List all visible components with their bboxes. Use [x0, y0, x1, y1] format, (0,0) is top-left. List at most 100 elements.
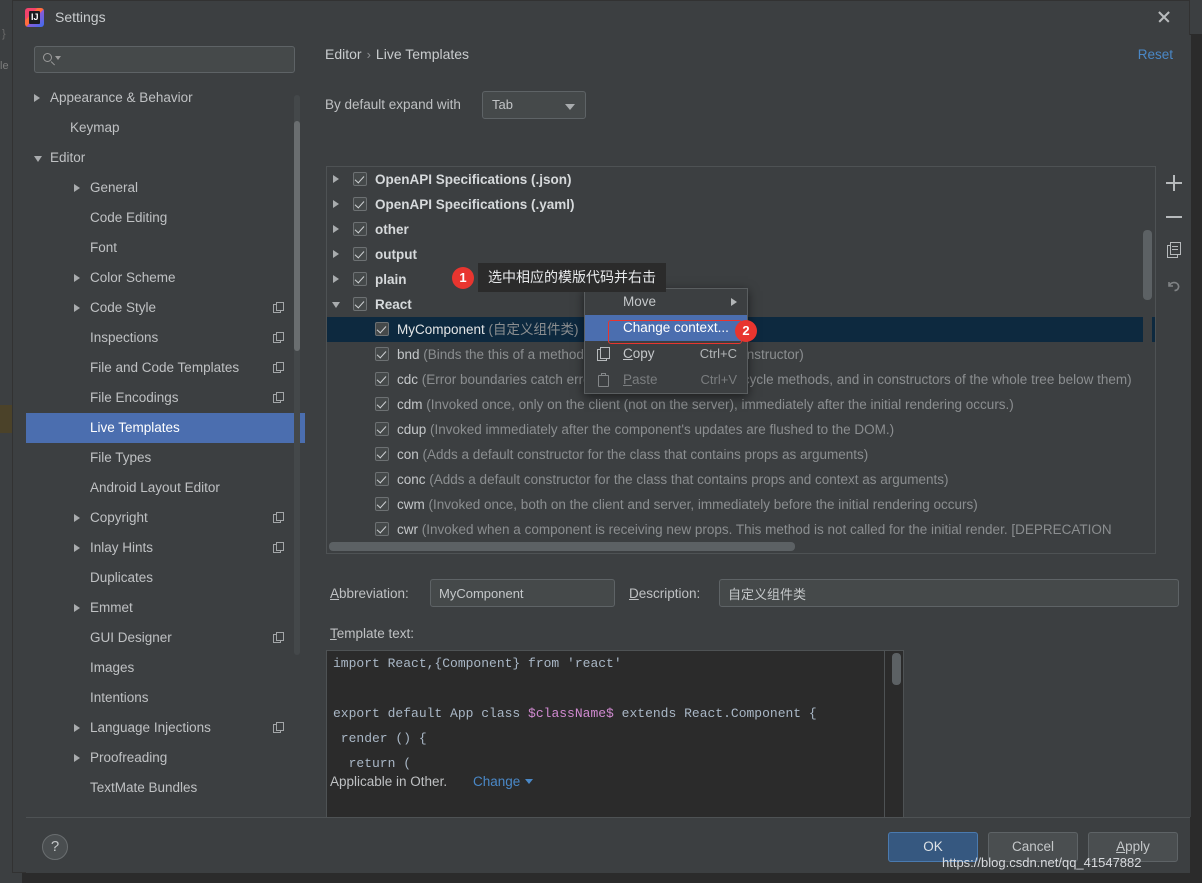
context-menu-item-change-context[interactable]: Change context... — [585, 315, 747, 341]
template-item-row[interactable]: cwr (Invoked when a component is receivi… — [327, 517, 1155, 542]
context-menu-item-label: Move — [623, 294, 657, 309]
chevron-right-icon[interactable] — [333, 200, 339, 208]
list-vscrollbar-thumb[interactable] — [1143, 230, 1152, 300]
template-group-row[interactable]: other — [327, 217, 1155, 242]
sidebar-item-duplicates[interactable]: Duplicates — [26, 563, 305, 593]
sidebar-item-emmet[interactable]: Emmet — [26, 593, 305, 623]
template-checkbox[interactable] — [375, 497, 389, 511]
template-item-row[interactable]: cdm (Invoked once, only on the client (n… — [327, 392, 1155, 417]
sidebar-item-code-style[interactable]: Code Style — [26, 293, 305, 323]
template-checkbox[interactable] — [353, 297, 367, 311]
change-context-link[interactable]: Change — [473, 774, 534, 789]
sidebar-item-language-injections[interactable]: Language Injections — [26, 713, 305, 743]
chevron-right-icon[interactable] — [74, 514, 80, 522]
context-menu-item-copy[interactable]: Copy Ctrl+C — [585, 341, 747, 367]
template-checkbox[interactable] — [353, 247, 367, 261]
remove-icon[interactable] — [1157, 200, 1191, 234]
template-checkbox[interactable] — [375, 422, 389, 436]
chevron-down-icon[interactable] — [34, 156, 42, 162]
sidebar-item-inspections[interactable]: Inspections — [26, 323, 305, 353]
description-label-rest: escription: — [638, 586, 701, 601]
breadcrumb-root[interactable]: Editor — [325, 46, 362, 62]
sidebar-item-label: Android Layout Editor — [90, 480, 220, 495]
chevron-right-icon[interactable] — [74, 304, 80, 312]
sidebar-item-file-and-code-templates[interactable]: File and Code Templates — [26, 353, 305, 383]
chevron-right-icon[interactable] — [74, 604, 80, 612]
expand-with-dropdown[interactable]: Tab — [482, 91, 586, 119]
chevron-right-icon[interactable] — [74, 544, 80, 552]
template-checkbox[interactable] — [353, 272, 367, 286]
help-button[interactable]: ? — [42, 834, 68, 860]
context-menu-item-move[interactable]: Move — [585, 289, 747, 315]
template-checkbox[interactable] — [375, 347, 389, 361]
template-row-label: cdc (Error boundaries catch errors durin… — [397, 367, 1132, 392]
sidebar-item-android-layout-editor[interactable]: Android Layout Editor — [26, 473, 305, 503]
sidebar-scrollbar-thumb[interactable] — [294, 121, 300, 351]
abbreviation-input[interactable] — [430, 579, 615, 607]
sidebar-item-intentions[interactable]: Intentions — [26, 683, 305, 713]
template-checkbox[interactable] — [353, 172, 367, 186]
sidebar-item-color-scheme[interactable]: Color Scheme — [26, 263, 305, 293]
list-vscrollbar-track[interactable] — [1143, 169, 1152, 499]
chevron-right-icon[interactable] — [74, 724, 80, 732]
expand-with-label: By default expand with — [325, 97, 461, 112]
template-code-line: return ( — [327, 751, 903, 776]
chevron-right-icon[interactable] — [74, 754, 80, 762]
sidebar-item-inlay-hints[interactable]: Inlay Hints — [26, 533, 305, 563]
editor-scrollbar-thumb[interactable] — [892, 653, 901, 685]
revert-icon[interactable] — [1157, 268, 1191, 302]
sidebar-item-file-types[interactable]: File Types — [26, 443, 305, 473]
sidebar-item-gui-designer[interactable]: GUI Designer — [26, 623, 305, 653]
chevron-right-icon[interactable] — [74, 274, 80, 282]
sidebar-item-general[interactable]: General — [26, 173, 305, 203]
template-abbreviation: cdm — [397, 397, 423, 412]
sidebar-item-file-encodings[interactable]: File Encodings — [26, 383, 305, 413]
template-group-row[interactable]: OpenAPI Specifications (.json) — [327, 167, 1155, 192]
annotation-tooltip: 选中相应的模版代码并右击 — [478, 263, 666, 292]
chevron-right-icon[interactable] — [333, 225, 339, 233]
description-input[interactable] — [719, 579, 1179, 607]
sidebar-item-code-editing[interactable]: Code Editing — [26, 203, 305, 233]
duplicate-icon[interactable] — [1157, 234, 1191, 268]
chevron-right-icon[interactable] — [333, 175, 339, 183]
sidebar-item-proofreading[interactable]: Proofreading — [26, 743, 305, 773]
template-checkbox[interactable] — [375, 472, 389, 486]
template-checkbox[interactable] — [375, 522, 389, 536]
close-icon[interactable] — [1155, 8, 1173, 26]
template-checkbox[interactable] — [375, 397, 389, 411]
list-hscrollbar-thumb[interactable] — [329, 542, 795, 551]
sidebar-item-appearance-behavior[interactable]: Appearance & Behavior — [26, 83, 305, 113]
template-item-row[interactable]: conc (Adds a default constructor for the… — [327, 467, 1155, 492]
sidebar-item-live-templates[interactable]: Live Templates — [26, 413, 305, 443]
sidebar-item-font[interactable]: Font — [26, 233, 305, 263]
template-item-row[interactable]: cwm (Invoked once, both on the client an… — [327, 492, 1155, 517]
chevron-down-icon[interactable] — [332, 302, 340, 308]
sidebar-item-editor[interactable]: Editor — [26, 143, 305, 173]
search-input[interactable] — [34, 46, 295, 73]
reset-link[interactable]: Reset — [1138, 47, 1173, 62]
template-checkbox[interactable] — [353, 197, 367, 211]
chevron-right-icon — [731, 298, 737, 306]
add-icon[interactable] — [1157, 166, 1191, 200]
template-checkbox[interactable] — [375, 447, 389, 461]
template-text-editor[interactable]: import React,{Component} from 'react' ex… — [326, 650, 904, 820]
sidebar-item-images[interactable]: Images — [26, 653, 305, 683]
template-group-row[interactable]: output — [327, 242, 1155, 267]
breadcrumb-current: Live Templates — [375, 46, 470, 62]
chevron-right-icon[interactable] — [34, 94, 40, 102]
chevron-right-icon[interactable] — [74, 184, 80, 192]
chevron-right-icon[interactable] — [333, 275, 339, 283]
sidebar-item-copyright[interactable]: Copyright — [26, 503, 305, 533]
template-checkbox[interactable] — [375, 322, 389, 336]
template-group-name: output — [375, 247, 417, 262]
template-item-row[interactable]: con (Adds a default constructor for the … — [327, 442, 1155, 467]
template-checkbox[interactable] — [353, 222, 367, 236]
template-item-row[interactable]: cdup (Invoked immediately after the comp… — [327, 417, 1155, 442]
template-checkbox[interactable] — [375, 372, 389, 386]
sidebar-item-keymap[interactable]: Keymap — [26, 113, 305, 143]
chevron-right-icon[interactable] — [333, 250, 339, 258]
dialog-title: Settings — [55, 9, 106, 25]
sidebar-item-textmate-bundles[interactable]: TextMate Bundles — [26, 773, 305, 803]
sidebar-item-label: GUI Designer — [90, 630, 172, 645]
template-group-row[interactable]: OpenAPI Specifications (.yaml) — [327, 192, 1155, 217]
